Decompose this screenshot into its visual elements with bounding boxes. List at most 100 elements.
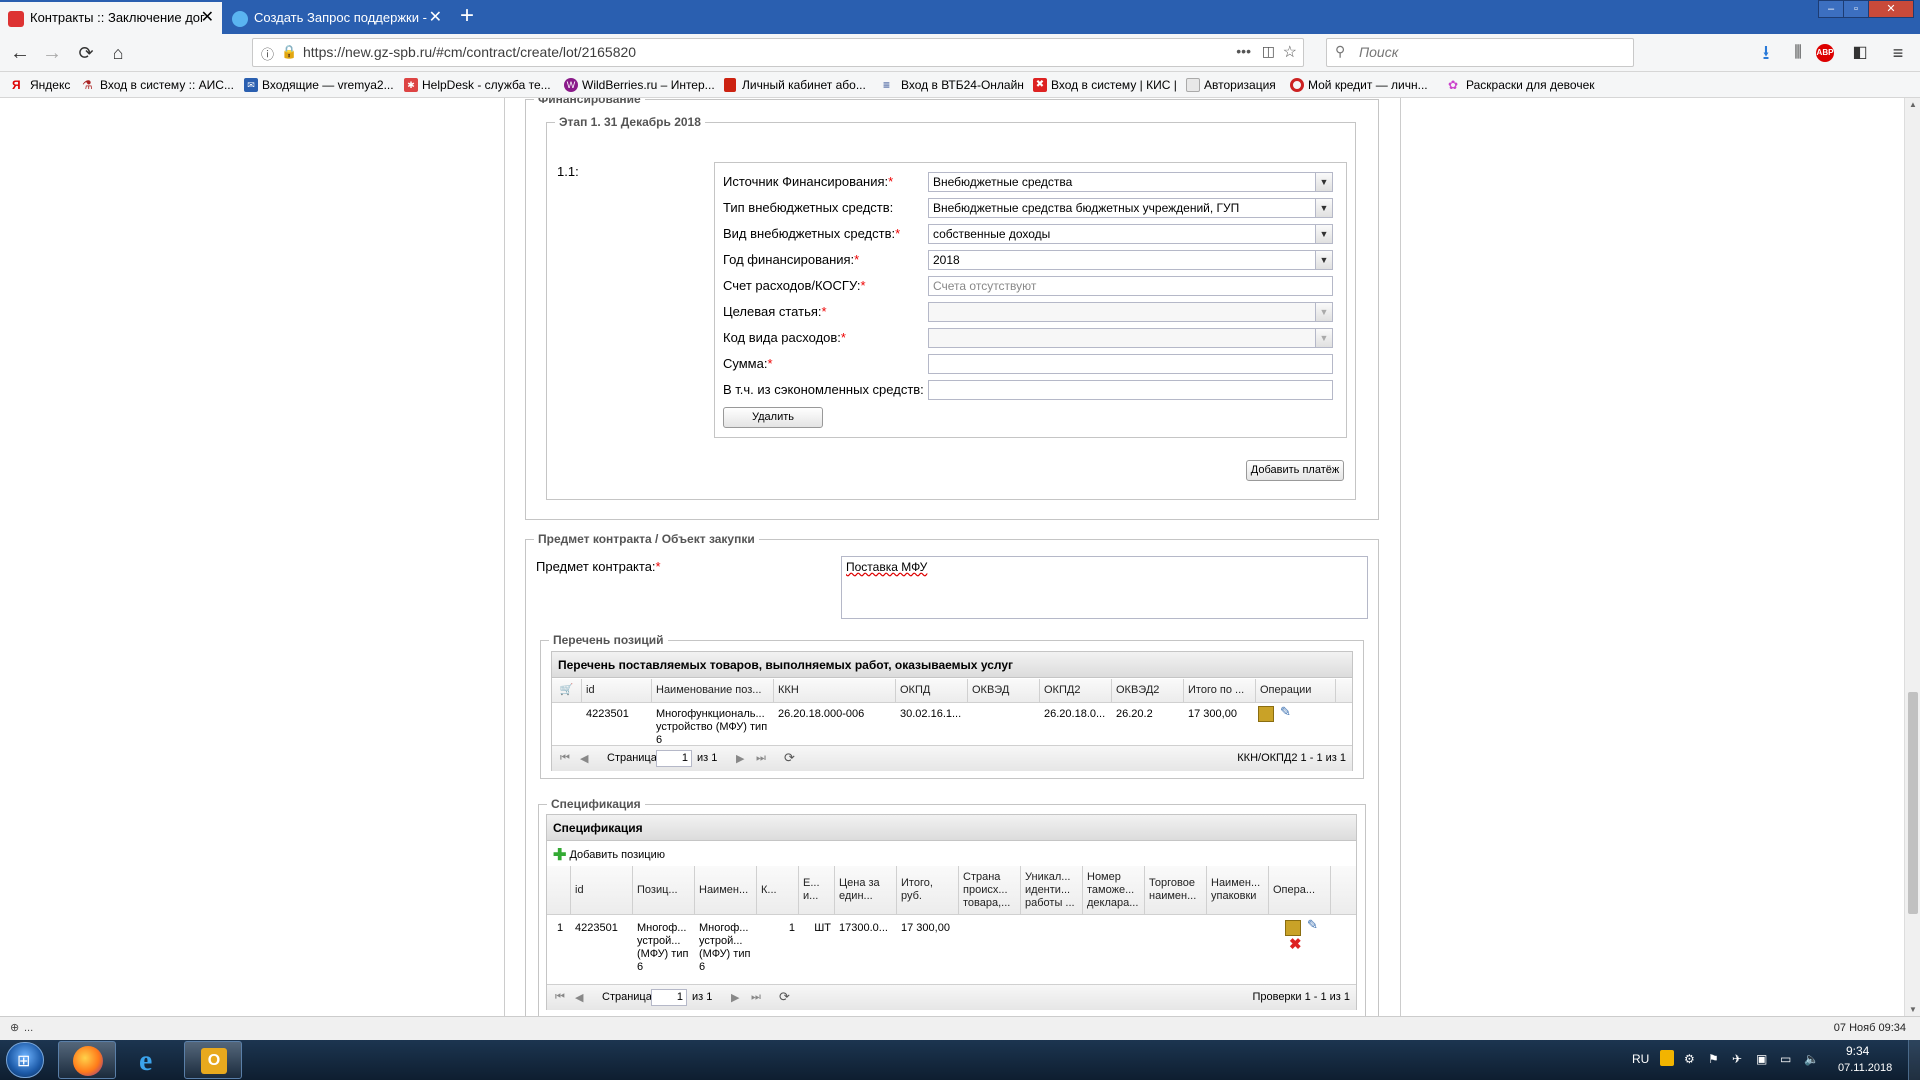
bookmark-ais[interactable]: ⚗ Вход в систему :: АИС...	[80, 72, 234, 98]
source-select[interactable]: Внебюджетные средства ▼	[928, 172, 1333, 192]
col-id[interactable]: id	[582, 679, 652, 702]
back-button[interactable]: ←	[6, 39, 34, 67]
col-total[interactable]: Итого по ...	[1184, 679, 1256, 702]
edit-pencil-icon[interactable]: ✎	[1303, 918, 1319, 931]
bookmark-wildberries[interactable]: W WildBerries.ru – Интер...	[562, 72, 715, 98]
view-icon[interactable]	[1285, 920, 1301, 936]
kind-select[interactable]: собственные доходы ▼	[928, 224, 1333, 244]
download-icon[interactable]: ⭳	[1752, 39, 1780, 67]
col-operations[interactable]: Операции	[1256, 679, 1336, 702]
new-tab-button[interactable]: +	[453, 2, 481, 32]
col-kkn[interactable]: ККН	[774, 679, 896, 702]
type-select[interactable]: Внебюджетные средства бюджетных учрежден…	[928, 198, 1333, 218]
col-id[interactable]: id	[571, 866, 633, 914]
add-payment-button[interactable]: Добавить платёж	[1246, 460, 1344, 481]
tray-antivirus-icon[interactable]: ✈	[1732, 1052, 1742, 1066]
prev-page-icon[interactable]: ◀	[580, 752, 588, 765]
clock-date[interactable]: 07.11.2018	[1838, 1062, 1892, 1074]
col-total[interactable]: Итого, руб.	[897, 866, 959, 914]
chevron-down-icon[interactable]: ▼	[1315, 173, 1332, 191]
col-name[interactable]: Наименование поз...	[652, 679, 774, 702]
subject-textarea[interactable]: Поставка МФУ	[841, 556, 1368, 619]
col-name[interactable]: Наимен...	[695, 866, 757, 914]
col-price[interactable]: Цена за един...	[835, 866, 897, 914]
close-tab-icon[interactable]: ✕	[429, 2, 442, 34]
first-page-icon[interactable]: ⏮	[555, 991, 565, 1004]
delete-button[interactable]: Удалить	[723, 407, 823, 428]
col-unique-id[interactable]: Уникал... иденти... работы ...	[1021, 866, 1083, 914]
col-trade-name[interactable]: Торговое наимен...	[1145, 866, 1207, 914]
info-icon[interactable]: ⓘ	[261, 44, 274, 63]
bookmark-yandex[interactable]: Я Яндекс	[10, 72, 70, 98]
last-page-icon[interactable]: ⏭	[756, 752, 766, 765]
bookmark-coloring[interactable]: ✿ Раскраски для девочек	[1446, 72, 1595, 98]
tray-network-icon[interactable]: ⚙	[1684, 1052, 1695, 1066]
page-number-input[interactable]: 1	[651, 989, 687, 1006]
bookmark-kis[interactable]: ✖ Вход в систему | КИС |	[1031, 72, 1177, 98]
target-select[interactable]: ▼	[928, 302, 1333, 322]
window-close-button[interactable]: ✕	[1868, 0, 1914, 18]
pocket-icon[interactable]: ◫	[1262, 43, 1275, 60]
chevron-down-icon[interactable]: ▼	[1315, 251, 1332, 269]
last-page-icon[interactable]: ⏭	[751, 991, 761, 1004]
col-position[interactable]: Позиц...	[633, 866, 695, 914]
col-okved[interactable]: ОКВЭД	[968, 679, 1040, 702]
taskbar-ie[interactable]: e	[122, 1041, 180, 1079]
next-page-icon[interactable]: ▶	[736, 752, 744, 765]
bookmark-helpdesk[interactable]: ✱ HelpDesk - служба те...	[402, 72, 551, 98]
taskbar-firefox[interactable]	[58, 1041, 116, 1079]
page-scrollbar[interactable]: ▲ ▼	[1904, 98, 1920, 1016]
year-select[interactable]: 2018 ▼	[928, 250, 1333, 270]
refresh-icon[interactable]: ⟳	[784, 750, 795, 766]
scroll-down-icon[interactable]: ▼	[1909, 1005, 1917, 1014]
refresh-icon[interactable]: ⟳	[779, 989, 790, 1005]
close-tab-icon[interactable]: ✕	[201, 2, 214, 34]
col-okpd2[interactable]: ОКПД2	[1040, 679, 1112, 702]
address-bar[interactable]: ⓘ 🔒 https://new.gz-spb.ru/#cm/contract/c…	[252, 38, 1304, 67]
forward-button[interactable]: →	[38, 39, 66, 67]
home-button[interactable]: ⌂	[104, 39, 132, 67]
language-indicator[interactable]: RU	[1632, 1052, 1649, 1066]
bookmark-vtb[interactable]: ≡ Вход в ВТБ24-Онлайн	[881, 72, 1024, 98]
chevron-down-icon[interactable]: ▼	[1315, 303, 1332, 321]
bookmark-auth[interactable]: Авторизация	[1184, 72, 1276, 98]
bookmark-star-icon[interactable]: ☆	[1283, 42, 1297, 62]
filter-cart-icon[interactable]: 🛒	[552, 679, 582, 702]
col-qty[interactable]: К...	[757, 866, 799, 914]
show-desktop-button[interactable]	[1908, 1040, 1920, 1080]
sidebar-icon[interactable]: ◧	[1846, 39, 1874, 67]
page-actions-icon[interactable]: •••	[1236, 43, 1251, 59]
view-icon[interactable]	[1258, 706, 1274, 722]
menu-icon[interactable]: ≡	[1884, 39, 1912, 67]
tab-contracts[interactable]: Контракты :: Заключение дог ✕	[0, 2, 222, 34]
col-unit[interactable]: Е... и...	[799, 866, 835, 914]
bookmark-inbox[interactable]: ✉ Входящие — vremya2...	[242, 72, 394, 98]
reload-button[interactable]: ⟳	[72, 39, 100, 67]
col-okpd[interactable]: ОКПД	[896, 679, 968, 702]
library-icon[interactable]: ⫼	[1784, 39, 1812, 67]
chevron-down-icon[interactable]: ▼	[1315, 199, 1332, 217]
edit-pencil-icon[interactable]: ✎	[1276, 705, 1292, 718]
bookmark-credit[interactable]: Мой кредит — личн...	[1288, 72, 1428, 98]
bookmark-cabinet[interactable]: Личный кабинет або...	[722, 72, 866, 98]
taskbar-outlook[interactable]: O	[184, 1041, 242, 1079]
tab-support-request[interactable]: Создать Запрос поддержки - ✕	[224, 2, 450, 34]
tray-flag-icon[interactable]: ⚑	[1708, 1052, 1719, 1066]
col-package-name[interactable]: Наимен... упаковки	[1207, 866, 1269, 914]
add-position-button[interactable]: ✚ Добавить позицию	[553, 845, 665, 865]
page-number-input[interactable]: 1	[656, 750, 692, 767]
scrollbar-thumb[interactable]	[1908, 692, 1918, 914]
chevron-down-icon[interactable]: ▼	[1315, 329, 1332, 347]
tray-display-icon[interactable]: ▭	[1780, 1052, 1791, 1066]
maximize-button[interactable]: ▫	[1843, 0, 1869, 18]
url-text[interactable]: https://new.gz-spb.ru/#cm/contract/creat…	[303, 39, 636, 66]
scroll-up-icon[interactable]: ▲	[1909, 100, 1917, 109]
col-okved2[interactable]: ОКВЭД2	[1112, 679, 1184, 702]
col-customs-decl[interactable]: Номер таможе... деклара...	[1083, 866, 1145, 914]
delete-x-icon[interactable]: ✖	[1285, 938, 1303, 951]
chevron-down-icon[interactable]: ▼	[1315, 225, 1332, 243]
search-box[interactable]: ⚲ Поиск	[1326, 38, 1634, 67]
first-page-icon[interactable]: ⏮	[560, 752, 570, 765]
account-input[interactable]: Счета отсутствуют	[928, 276, 1333, 296]
tray-volume-icon[interactable]: 🔈	[1804, 1052, 1819, 1066]
